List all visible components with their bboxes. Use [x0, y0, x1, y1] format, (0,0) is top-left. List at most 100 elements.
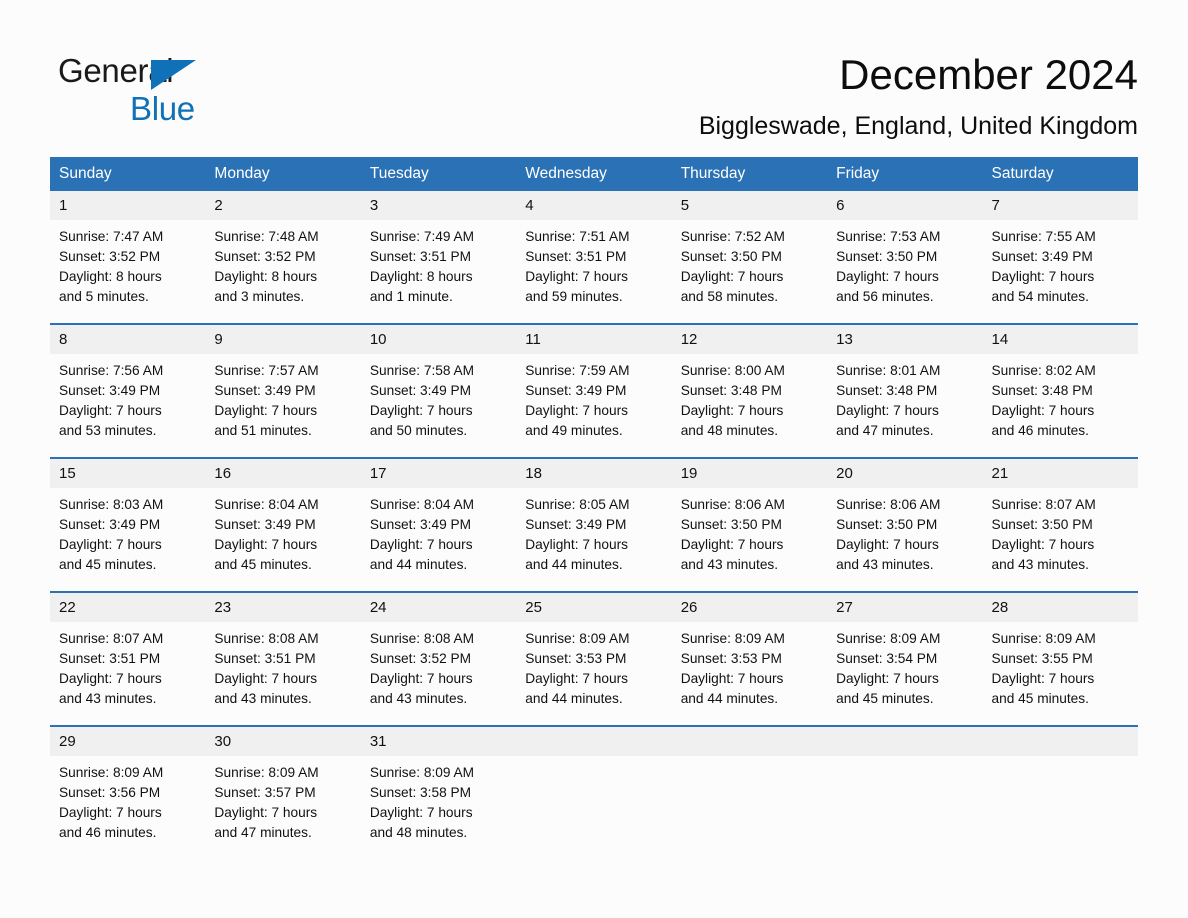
day-number: 8 [50, 325, 206, 354]
day-details: Sunrise: 8:08 AM Sunset: 3:51 PM Dayligh… [205, 622, 360, 725]
daylight-line-2: and 47 minutes. [214, 825, 312, 840]
calendar-header-row: Sunday Monday Tuesday Wednesday Thursday… [50, 157, 1138, 191]
day-number: 26 [671, 593, 828, 622]
daylight-line-1: Daylight: 7 hours [680, 269, 784, 284]
day-cell[interactable]: 10 Sunrise: 7:58 AM Sunset: 3:49 PM Dayl… [360, 323, 517, 458]
day-details: Sunrise: 8:00 AM Sunset: 3:48 PM Dayligh… [672, 354, 827, 457]
day-cell[interactable]: 7 Sunrise: 7:55 AM Sunset: 3:49 PM Dayli… [982, 191, 1138, 324]
daylight-line-2: and 47 minutes. [836, 423, 934, 438]
day-details: Sunrise: 7:58 AM Sunset: 3:49 PM Dayligh… [361, 354, 516, 457]
sunset-line: Sunset: 3:49 PM [59, 517, 161, 532]
day-cell[interactable]: 3 Sunrise: 7:49 AM Sunset: 3:51 PM Dayli… [360, 191, 517, 324]
calendar-week-row: 29 Sunrise: 8:09 AM Sunset: 3:56 PM Dayl… [50, 725, 1138, 859]
day-number: 7 [982, 191, 1138, 220]
calendar-week-row: 22 Sunrise: 8:07 AM Sunset: 3:51 PM Dayl… [50, 591, 1138, 726]
column-header-friday: Friday [827, 157, 983, 191]
day-details: Sunrise: 7:53 AM Sunset: 3:50 PM Dayligh… [827, 220, 982, 323]
day-cell[interactable]: 17 Sunrise: 8:04 AM Sunset: 3:49 PM Dayl… [360, 457, 517, 592]
sunset-line: Sunset: 3:51 PM [525, 249, 627, 264]
sunrise-line: Sunrise: 8:09 AM [680, 631, 785, 646]
day-number: 18 [516, 459, 672, 488]
day-cell[interactable]: 20 Sunrise: 8:06 AM Sunset: 3:50 PM Dayl… [827, 457, 983, 592]
day-details [983, 756, 1138, 859]
day-cell[interactable]: 30 Sunrise: 8:09 AM Sunset: 3:57 PM Dayl… [205, 725, 361, 859]
day-cell[interactable]: 8 Sunrise: 7:56 AM Sunset: 3:49 PM Dayli… [50, 323, 206, 458]
sunrise-line: Sunrise: 7:56 AM [59, 363, 164, 378]
daylight-line-2: and 54 minutes. [991, 289, 1089, 304]
daylight-line-2: and 45 minutes. [214, 557, 312, 572]
sunrise-line: Sunrise: 7:48 AM [214, 229, 319, 244]
day-number: 22 [50, 593, 206, 622]
day-number: 24 [360, 593, 517, 622]
daylight-line-2: and 50 minutes. [369, 423, 468, 438]
day-details [516, 756, 671, 859]
calendar-week-row: 15 Sunrise: 8:03 AM Sunset: 3:49 PM Dayl… [50, 457, 1138, 592]
logo-triangle-icon [151, 60, 196, 90]
daylight-line-1: Daylight: 7 hours [680, 671, 784, 686]
day-cell[interactable]: 21 Sunrise: 8:07 AM Sunset: 3:50 PM Dayl… [982, 457, 1138, 592]
day-number [827, 727, 983, 756]
sunrise-line: Sunrise: 8:05 AM [525, 497, 630, 512]
day-cell[interactable]: 27 Sunrise: 8:09 AM Sunset: 3:54 PM Dayl… [827, 591, 983, 726]
day-cell[interactable]: 14 Sunrise: 8:02 AM Sunset: 3:48 PM Dayl… [982, 323, 1138, 458]
daylight-line-1: Daylight: 7 hours [59, 671, 162, 686]
daylight-line-2: and 49 minutes. [525, 423, 623, 438]
day-cell[interactable]: 12 Sunrise: 8:00 AM Sunset: 3:48 PM Dayl… [671, 323, 828, 458]
sunset-line: Sunset: 3:51 PM [59, 651, 161, 666]
daylight-line-1: Daylight: 7 hours [836, 403, 939, 418]
day-cell[interactable]: 6 Sunrise: 7:53 AM Sunset: 3:50 PM Dayli… [827, 191, 983, 324]
daylight-line-1: Daylight: 7 hours [680, 537, 784, 552]
day-number: 2 [205, 191, 361, 220]
day-number: 20 [827, 459, 983, 488]
day-cell[interactable]: 18 Sunrise: 8:05 AM Sunset: 3:49 PM Dayl… [516, 457, 672, 592]
daylight-line-1: Daylight: 7 hours [214, 805, 318, 820]
sunrise-line: Sunrise: 7:57 AM [214, 363, 319, 378]
day-number: 27 [827, 593, 983, 622]
daylight-line-1: Daylight: 7 hours [836, 269, 939, 284]
daylight-line-2: and 56 minutes. [836, 289, 934, 304]
day-cell[interactable]: 26 Sunrise: 8:09 AM Sunset: 3:53 PM Dayl… [671, 591, 828, 726]
day-cell[interactable]: 19 Sunrise: 8:06 AM Sunset: 3:50 PM Dayl… [671, 457, 828, 592]
day-cell[interactable]: 4 Sunrise: 7:51 AM Sunset: 3:51 PM Dayli… [516, 191, 672, 324]
day-details: Sunrise: 8:09 AM Sunset: 3:54 PM Dayligh… [827, 622, 982, 725]
day-cell-empty [516, 725, 672, 859]
daylight-line-1: Daylight: 8 hours [369, 269, 473, 284]
day-number: 4 [516, 191, 672, 220]
daylight-line-2: and 48 minutes. [680, 423, 779, 438]
day-cell[interactable]: 24 Sunrise: 8:08 AM Sunset: 3:52 PM Dayl… [360, 591, 517, 726]
day-cell[interactable]: 11 Sunrise: 7:59 AM Sunset: 3:49 PM Dayl… [516, 323, 672, 458]
day-cell[interactable]: 15 Sunrise: 8:03 AM Sunset: 3:49 PM Dayl… [50, 457, 206, 592]
day-cell[interactable]: 31 Sunrise: 8:09 AM Sunset: 3:58 PM Dayl… [360, 725, 517, 859]
day-cell[interactable]: 25 Sunrise: 8:09 AM Sunset: 3:53 PM Dayl… [516, 591, 672, 726]
day-cell[interactable]: 16 Sunrise: 8:04 AM Sunset: 3:49 PM Dayl… [205, 457, 361, 592]
day-details: Sunrise: 7:47 AM Sunset: 3:52 PM Dayligh… [50, 220, 205, 323]
sunset-line: Sunset: 3:58 PM [369, 785, 472, 800]
daylight-line-2: and 44 minutes. [369, 557, 468, 572]
day-cell[interactable]: 13 Sunrise: 8:01 AM Sunset: 3:48 PM Dayl… [827, 323, 983, 458]
day-cell[interactable]: 1 Sunrise: 7:47 AM Sunset: 3:52 PM Dayli… [50, 191, 206, 324]
day-number: 3 [360, 191, 517, 220]
day-number: 11 [516, 325, 672, 354]
calendar-week-row: 8 Sunrise: 7:56 AM Sunset: 3:49 PM Dayli… [50, 323, 1138, 458]
sunrise-line: Sunrise: 8:06 AM [680, 497, 785, 512]
day-cell[interactable]: 2 Sunrise: 7:48 AM Sunset: 3:52 PM Dayli… [205, 191, 361, 324]
day-cell[interactable]: 23 Sunrise: 8:08 AM Sunset: 3:51 PM Dayl… [205, 591, 361, 726]
day-cell[interactable]: 22 Sunrise: 8:07 AM Sunset: 3:51 PM Dayl… [50, 591, 206, 726]
day-cell[interactable]: 28 Sunrise: 8:09 AM Sunset: 3:55 PM Dayl… [982, 591, 1138, 726]
column-header-thursday: Thursday [671, 157, 828, 191]
day-cell[interactable]: 5 Sunrise: 7:52 AM Sunset: 3:50 PM Dayli… [671, 191, 828, 324]
day-number [671, 727, 828, 756]
daylight-line-2: and 43 minutes. [59, 691, 157, 706]
day-cell[interactable]: 9 Sunrise: 7:57 AM Sunset: 3:49 PM Dayli… [205, 323, 361, 458]
day-cell[interactable]: 29 Sunrise: 8:09 AM Sunset: 3:56 PM Dayl… [50, 725, 206, 859]
day-number: 15 [50, 459, 206, 488]
daylight-line-1: Daylight: 7 hours [369, 403, 473, 418]
sunset-line: Sunset: 3:53 PM [525, 651, 627, 666]
daylight-line-2: and 5 minutes. [59, 289, 149, 304]
sunrise-line: Sunrise: 7:53 AM [836, 229, 941, 244]
day-number: 31 [360, 727, 517, 756]
daylight-line-1: Daylight: 7 hours [525, 537, 628, 552]
generalblue-logo[interactable]: General Blue [58, 52, 298, 132]
sunset-line: Sunset: 3:49 PM [59, 383, 161, 398]
sunrise-sunset-calendar: Sunday Monday Tuesday Wednesday Thursday… [50, 157, 1138, 859]
